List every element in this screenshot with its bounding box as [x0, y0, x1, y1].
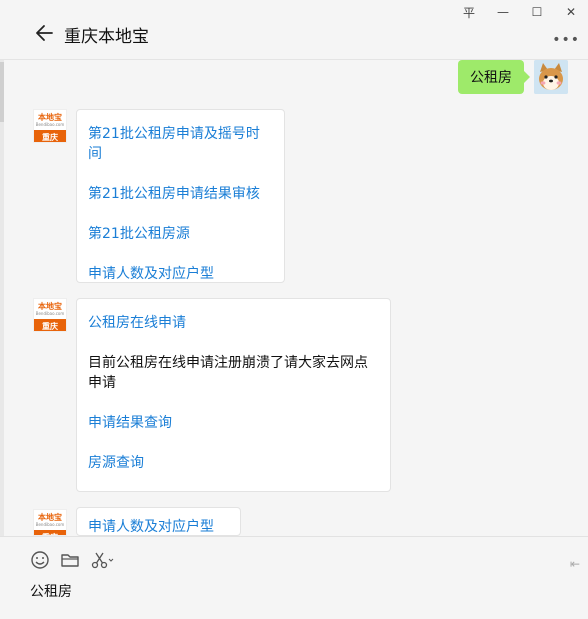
screenshot-scissors-icon[interactable]: [90, 550, 116, 570]
card-link[interactable]: 申请结果查询: [88, 413, 378, 433]
card-link[interactable]: 房源查询: [88, 453, 378, 473]
logo-name: 本地宝: [38, 113, 62, 122]
card-link[interactable]: 第21批公租房申请及摇号时间: [88, 124, 272, 164]
send-options-icon[interactable]: ⇤: [570, 557, 580, 571]
logo-url: Bendibao.com: [35, 522, 65, 527]
logo-name: 本地宝: [38, 302, 62, 311]
scrollbar-thumb[interactable]: [0, 62, 4, 122]
card-link[interactable]: 申请人数及对应户型: [88, 517, 228, 535]
bot-avatar[interactable]: 本地宝 Bendibao.com 重庆: [33, 509, 67, 536]
chat-title: 重庆本地宝: [64, 27, 149, 47]
maximize-button[interactable]: ☐: [520, 0, 554, 24]
title-bar: 平 — ☐ ✕ 重庆本地宝 •••: [0, 0, 588, 60]
logo-url: Bendibao.com: [35, 122, 65, 127]
scrollbar-track[interactable]: [0, 60, 4, 536]
card-text: 目前公租房在线申请注册崩溃了请大家去网点申请: [88, 355, 368, 391]
window-controls: 平 — ☐ ✕: [452, 0, 588, 24]
bot-avatar[interactable]: 本地宝 Bendibao.com 重庆: [33, 298, 67, 332]
folder-icon[interactable]: [60, 550, 80, 570]
outgoing-message-bubble[interactable]: 公租房: [458, 60, 530, 94]
message-card: 公租房在线申请 目前公租房在线申请注册崩溃了请大家去网点申请 申请结果查询 房源…: [76, 298, 391, 492]
back-arrow-icon[interactable]: [34, 22, 56, 44]
close-button[interactable]: ✕: [554, 0, 588, 24]
logo-url: Bendibao.com: [35, 311, 65, 316]
minimize-button[interactable]: —: [486, 0, 520, 24]
message-input-area: 公租房 ⇤: [0, 536, 588, 619]
user-avatar[interactable]: [534, 60, 568, 94]
logo-city: 重庆: [34, 319, 66, 331]
logo-city: 重庆: [34, 130, 66, 142]
logo-name: 本地宝: [38, 513, 62, 522]
card-link[interactable]: 第21批公租房源: [88, 224, 272, 244]
shiba-dog-icon: [534, 60, 568, 94]
card-link[interactable]: 公租房在线申请: [88, 313, 378, 333]
card-link[interactable]: 第21批公租房申请结果审核: [88, 184, 272, 204]
more-options-icon[interactable]: •••: [552, 32, 580, 48]
outgoing-message-text: 公租房: [470, 70, 512, 86]
emoji-icon[interactable]: [30, 550, 50, 570]
message-card: 第21批公租房申请及摇号时间 第21批公租房申请结果审核 第21批公租房源 申请…: [76, 109, 285, 283]
message-card: 申请人数及对应户型: [76, 507, 241, 536]
card-link[interactable]: 申请人数及对应户型: [88, 264, 272, 284]
message-input-field[interactable]: 公租房: [30, 581, 72, 601]
pin-icon[interactable]: 平: [452, 0, 486, 24]
bot-avatar[interactable]: 本地宝 Bendibao.com 重庆: [33, 109, 67, 143]
